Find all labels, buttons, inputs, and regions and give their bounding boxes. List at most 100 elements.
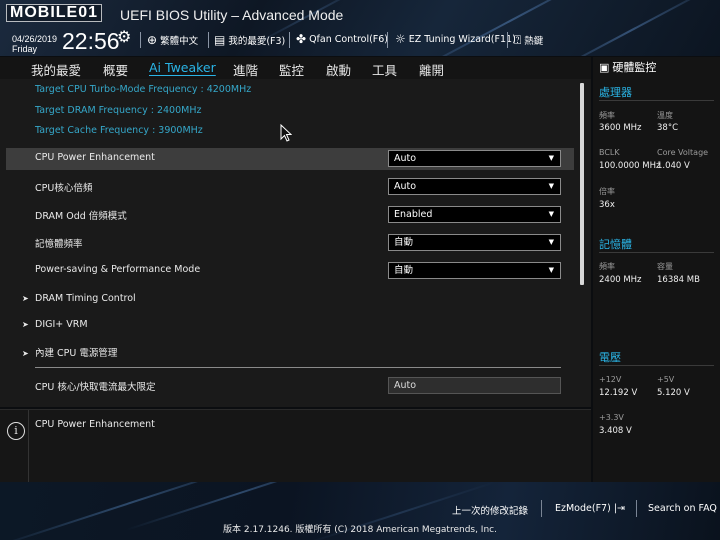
- language-button[interactable]: ⊕ 繁體中文: [147, 33, 198, 47]
- date-text: 04/26/2019: [12, 34, 58, 44]
- submenu-digi-vrm[interactable]: ➤ DIGI+ VRM: [22, 319, 88, 330]
- dram-odd-ratio-select[interactable]: Enabled ▼: [388, 206, 561, 223]
- footer-separator: [636, 500, 637, 517]
- section-underline: [599, 100, 714, 101]
- scrollbar[interactable]: [580, 83, 584, 285]
- watermark-logo: MOBILE01: [6, 4, 103, 22]
- tab-ai-tweaker[interactable]: Ai Tweaker: [149, 60, 216, 75]
- v5-value: 5.120 V: [657, 388, 690, 398]
- submenu-internal-cpu-power[interactable]: ➤ 內建 CPU 電源管理: [22, 345, 117, 359]
- cpu-power-enhancement-select[interactable]: Auto ▼: [388, 150, 561, 167]
- select-value: Auto: [394, 153, 417, 164]
- header-decoration: [532, 0, 720, 56]
- ezmode-button[interactable]: EzMode(F7) |⇥: [555, 503, 625, 514]
- settings-panel: Target CPU Turbo-Mode Frequency : 4200MH…: [0, 79, 591, 407]
- v12-label: +12V: [599, 375, 622, 384]
- myfavorite-button[interactable]: ▤ 我的最愛(F3): [214, 33, 285, 47]
- footer-bar: 上一次的修改記錄 EzMode(F7) |⇥ Search on FAQ 版本 …: [0, 482, 720, 540]
- cpu-freq-label: 頻率: [599, 111, 615, 120]
- bclk-value: 100.0000 MHz: [599, 161, 661, 171]
- tab-exit[interactable]: 離開: [419, 60, 444, 79]
- section-divider: [35, 367, 561, 368]
- tab-tool[interactable]: 工具: [372, 60, 397, 79]
- mem-capacity-label: 容量: [657, 262, 673, 271]
- footer-separator: [541, 500, 542, 517]
- v5-label: +5V: [657, 375, 675, 384]
- setting-label-dram-odd-ratio: DRAM Odd 倍頻模式: [35, 211, 127, 222]
- ez-tuning-label: EZ Tuning Wizard(F11): [408, 33, 516, 45]
- v33-value: 3.408 V: [599, 426, 632, 436]
- qfan-button[interactable]: ✤ Qfan Control(F6): [296, 33, 388, 45]
- cpu-core-ratio-select[interactable]: Auto ▼: [388, 178, 561, 195]
- caret-down-icon: ▼: [548, 266, 554, 274]
- tab-overview[interactable]: 概要: [103, 60, 128, 79]
- window-title: UEFI BIOS Utility – Advanced Mode: [120, 7, 344, 23]
- section-underline: [599, 365, 714, 366]
- info-icon: i: [7, 422, 25, 440]
- chevron-right-icon: ➤: [22, 294, 29, 303]
- tab-favorites[interactable]: 我的最愛: [31, 60, 81, 79]
- chevron-right-icon: ➤: [22, 349, 29, 358]
- chevron-right-icon: ➤: [22, 320, 29, 329]
- select-value: Auto: [394, 181, 417, 192]
- select-value: 自動: [394, 265, 414, 276]
- last-modified-button[interactable]: 上一次的修改記錄: [452, 503, 528, 517]
- header-decoration: [394, 0, 626, 56]
- submenu-label: DRAM Timing Control: [35, 293, 136, 304]
- globe-icon: ⊕: [147, 33, 158, 47]
- memory-frequency-select[interactable]: 自動 ▼: [388, 234, 561, 251]
- gear-icon[interactable]: ⚙: [117, 27, 131, 46]
- header-separator: [507, 32, 508, 48]
- power-saving-mode-select[interactable]: 自動 ▼: [388, 262, 561, 279]
- ratio-label: 倍率: [599, 187, 615, 196]
- ratio-value: 36x: [599, 200, 615, 210]
- setting-label-memory-frequency: 記憶體頻率: [35, 239, 83, 250]
- submenu-label: 內建 CPU 電源管理: [35, 348, 118, 359]
- date-display: 04/26/2019 Friday: [12, 34, 57, 54]
- hotkeys-label: 熱鍵: [524, 36, 544, 47]
- caret-down-icon: ▼: [548, 154, 554, 162]
- day-text: Friday: [12, 44, 38, 54]
- tab-monitor[interactable]: 監控: [279, 60, 304, 79]
- copyright-text: 版本 2.17.1246. 版權所有 (C) 2018 American Meg…: [223, 525, 497, 535]
- caret-down-icon: ▼: [548, 238, 554, 246]
- hotkeys-button[interactable]: ⍰ 熱鍵: [514, 33, 543, 47]
- caret-down-icon: ▼: [548, 210, 554, 218]
- header-separator: [140, 32, 141, 48]
- cpu-freq-value: 3600 MHz: [599, 123, 642, 133]
- field-value: Auto: [394, 380, 417, 391]
- memory-section-header: 記憶體: [599, 238, 632, 251]
- core-voltage-value: 1.040 V: [657, 161, 690, 171]
- select-value: 自動: [394, 237, 414, 248]
- setting-label-cpu-power-enhancement: CPU Power Enhancement: [35, 152, 155, 163]
- submenu-dram-timing-control[interactable]: ➤ DRAM Timing Control: [22, 293, 136, 304]
- info-dram-frequency: Target DRAM Frequency : 2400MHz: [35, 105, 202, 116]
- bookmark-icon: ▤: [214, 33, 226, 47]
- header-separator: [208, 32, 209, 48]
- tab-advanced[interactable]: 進階: [233, 60, 258, 79]
- mem-capacity-value: 16384 MB: [657, 275, 700, 285]
- clock-display: 22:56: [62, 28, 120, 54]
- search-faq-button[interactable]: Search on FAQ: [648, 503, 717, 514]
- select-value: Enabled: [394, 209, 433, 220]
- help-box-icon: ⍰: [514, 33, 522, 47]
- mem-freq-label: 頻率: [599, 262, 615, 271]
- voltage-section-header: 電壓: [599, 351, 621, 364]
- ez-tuning-button[interactable]: ☼ EZ Tuning Wizard(F11): [395, 33, 516, 45]
- cpu-temp-value: 38°C: [657, 123, 679, 133]
- current-limit-field[interactable]: Auto: [388, 377, 561, 394]
- caret-down-icon: ▼: [548, 182, 554, 190]
- hardware-monitor-panel: ▣ 硬體監控 處理器 頻率 溫度 3600 MHz 38°C BCLK Core…: [593, 57, 720, 482]
- header-separator: [387, 32, 388, 48]
- fan-icon: ✤: [296, 32, 307, 46]
- setting-label-power-saving-mode: Power-saving & Performance Mode: [35, 264, 201, 275]
- tab-boot[interactable]: 啟動: [326, 60, 351, 79]
- core-voltage-label: Core Voltage: [657, 148, 709, 157]
- cpu-temp-label: 溫度: [657, 111, 673, 120]
- v12-value: 12.192 V: [599, 388, 638, 398]
- monitor-icon: ▣: [599, 60, 610, 74]
- ezmode-label: EzMode(F7): [555, 503, 611, 514]
- mouse-cursor-icon: [280, 124, 292, 142]
- bulb-icon: ☼: [395, 32, 406, 46]
- bclk-label: BCLK: [599, 148, 620, 157]
